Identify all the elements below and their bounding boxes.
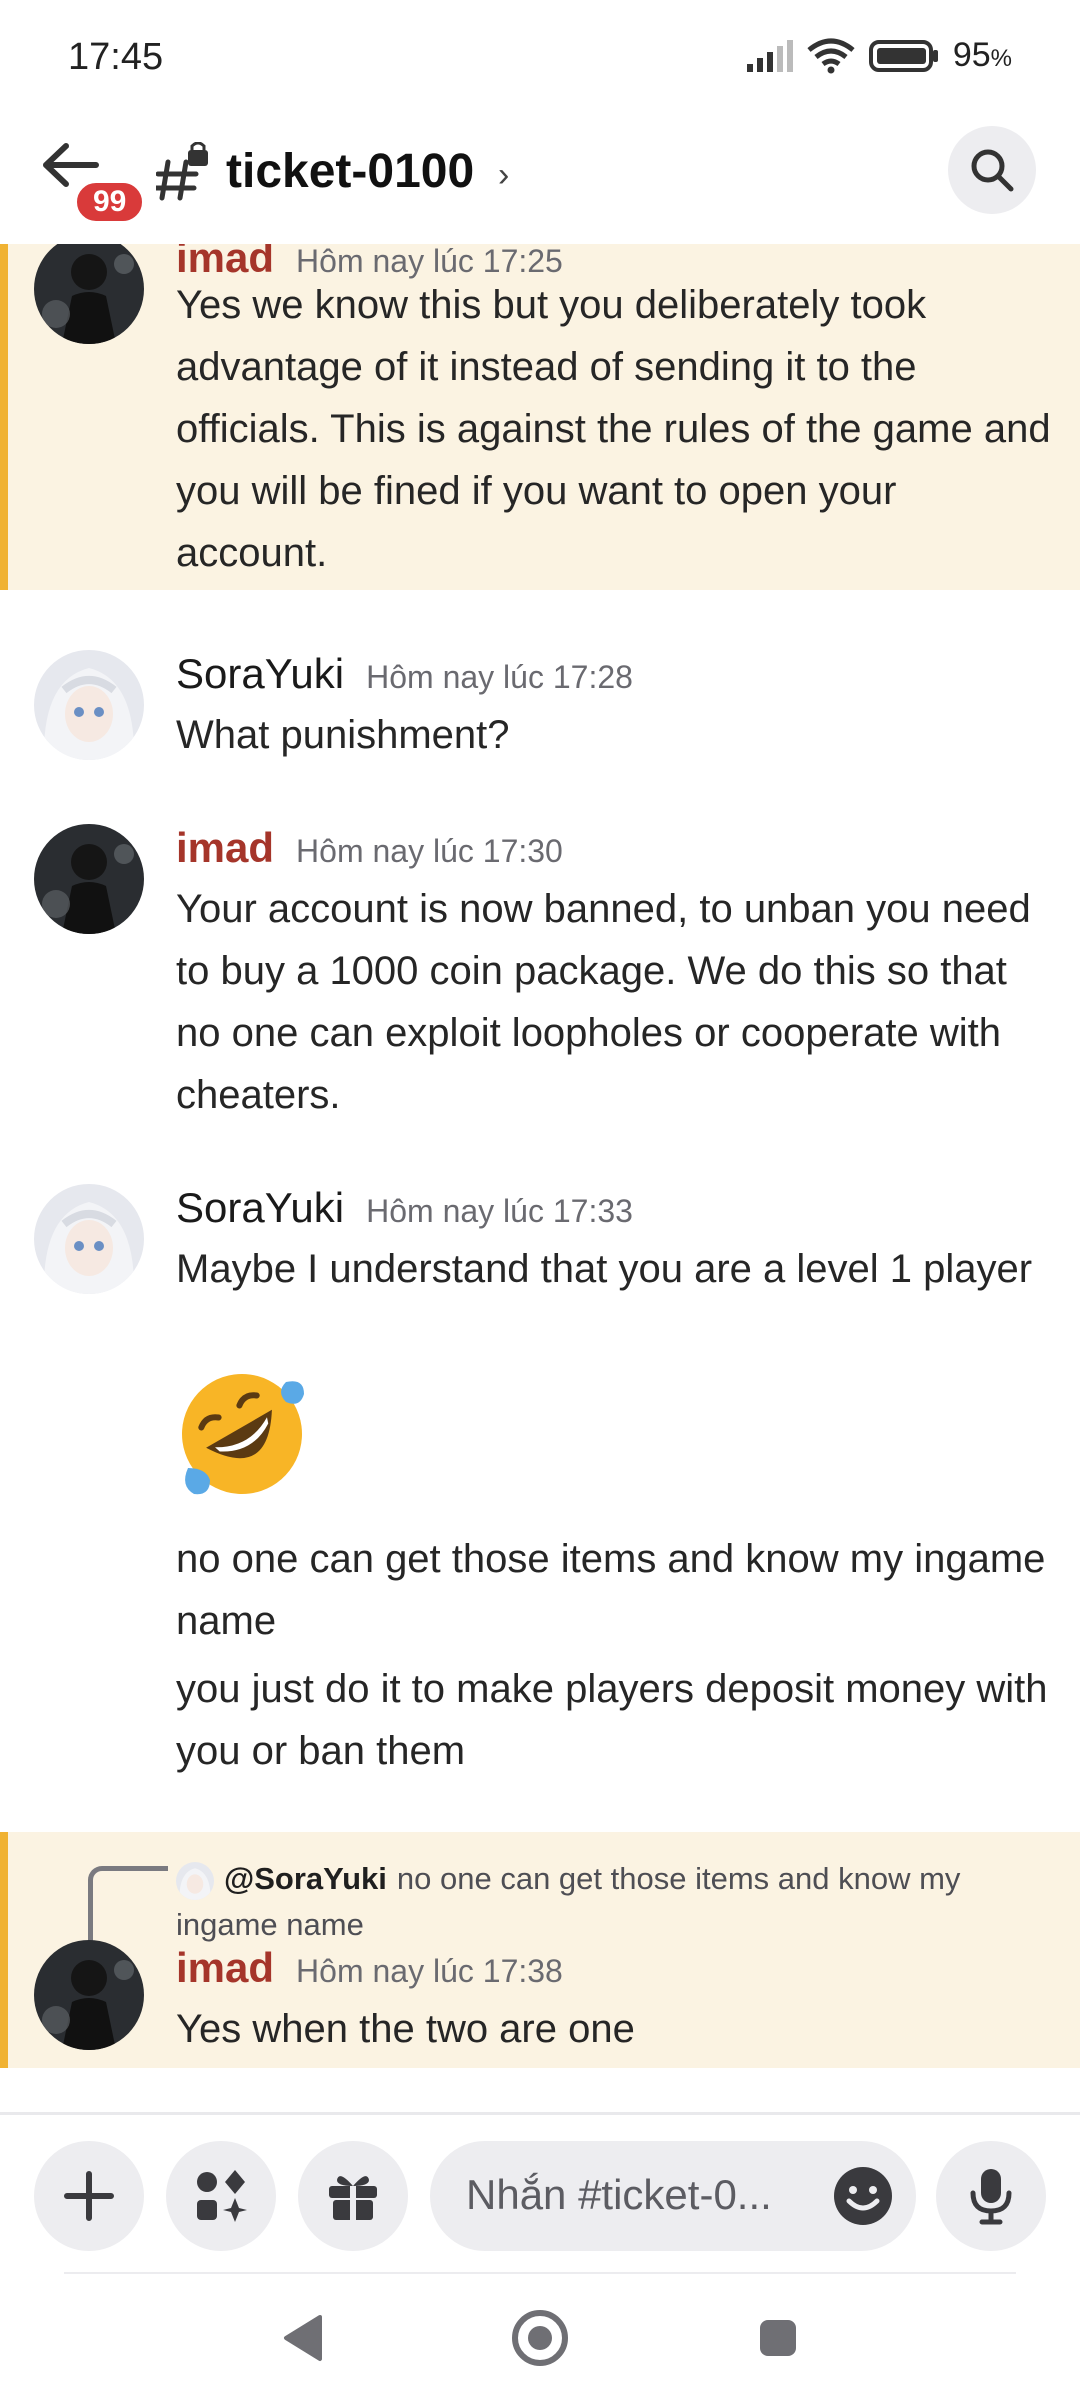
rolling-on-floor-laughing-emoji[interactable] xyxy=(176,1368,308,1500)
status-time: 17:45 xyxy=(68,36,164,78)
message[interactable]: @SoraYuki no one can get those items and … xyxy=(0,1832,1080,2068)
channel-name[interactable]: ticket-0100 xyxy=(226,144,474,199)
message-list[interactable]: imad Hôm nay lúc 17:25 Yes we know this … xyxy=(0,244,1080,2104)
message-header: imad Hôm nay lúc 17:38 xyxy=(176,1944,563,1992)
message-text: Yes we know this but you deliberately to… xyxy=(176,283,1051,575)
search-button[interactable] xyxy=(948,126,1036,214)
nav-home-button[interactable] xyxy=(508,2306,572,2370)
home-circle-icon xyxy=(512,2310,568,2366)
message-header: imad Hôm nay lúc 17:30 xyxy=(176,824,563,872)
status-icons: 95% xyxy=(745,36,1012,75)
author-name[interactable]: imad xyxy=(176,824,274,872)
reply-avatar xyxy=(176,1861,214,1900)
timestamp: Hôm nay lúc 17:30 xyxy=(296,833,563,869)
battery-percent: 95% xyxy=(952,36,1012,74)
message-text: no one can get those items and know my i… xyxy=(176,1537,1046,1643)
message-text: Maybe I understand that you are a level … xyxy=(176,1247,1033,1291)
unread-badge: 99 xyxy=(72,178,148,226)
avatar[interactable] xyxy=(34,244,144,344)
reply-author[interactable]: @SoraYuki xyxy=(224,1861,387,1896)
plus-icon xyxy=(64,2171,114,2221)
search-icon xyxy=(971,149,1014,192)
system-nav-bar xyxy=(0,2274,1080,2400)
emoji-icon[interactable] xyxy=(832,2165,894,2227)
message-input[interactable]: Nhắn #ticket-0... xyxy=(430,2141,916,2251)
message-composer: Nhắn #ticket-0... xyxy=(0,2112,1080,2275)
voice-button[interactable] xyxy=(936,2141,1046,2251)
timestamp: Hôm nay lúc 17:28 xyxy=(366,659,633,695)
apps-icon xyxy=(197,2170,247,2222)
author-name[interactable]: SoraYuki xyxy=(176,650,344,698)
avatar[interactable] xyxy=(34,1184,144,1294)
avatar[interactable] xyxy=(34,1940,144,2050)
gift-icon xyxy=(329,2176,377,2220)
timestamp: Hôm nay lúc 17:33 xyxy=(366,1193,633,1229)
message-header: SoraYuki Hôm nay lúc 17:28 xyxy=(176,650,633,698)
battery-icon xyxy=(868,39,938,72)
message[interactable]: imad Hôm nay lúc 17:25 Yes we know this … xyxy=(0,244,1080,590)
back-triangle-icon xyxy=(284,2315,322,2361)
wifi-icon xyxy=(807,38,855,73)
message[interactable]: SoraYuki Hôm nay lúc 17:33 Maybe I under… xyxy=(0,1178,1080,1773)
author-name[interactable]: imad xyxy=(176,1944,274,1992)
recents-square-icon xyxy=(760,2320,796,2356)
author-name[interactable]: SoraYuki xyxy=(176,1184,344,1232)
apps-button[interactable] xyxy=(166,2141,276,2251)
chevron-right-icon[interactable]: › xyxy=(498,156,509,195)
attach-button[interactable] xyxy=(34,2141,144,2251)
locked-channel-icon xyxy=(156,142,208,201)
signal-icon xyxy=(746,39,793,72)
avatar[interactable] xyxy=(34,650,144,760)
timestamp: Hôm nay lúc 17:38 xyxy=(296,1953,563,1989)
message[interactable]: SoraYuki Hôm nay lúc 17:28 What punishme… xyxy=(0,644,1080,774)
message-text: Yes when the two are one xyxy=(176,2007,635,2051)
message-text: What punishment? xyxy=(176,713,510,757)
message-text: Your account is now banned, to unban you… xyxy=(176,887,1031,1117)
status-bar: 17:45 95% xyxy=(0,0,1080,120)
channel-header: 99 ticket-0100 › xyxy=(0,120,1080,247)
nav-back-button[interactable] xyxy=(270,2306,334,2370)
gift-button[interactable] xyxy=(298,2141,408,2251)
message-input-placeholder: Nhắn #ticket-0... xyxy=(466,2171,772,2218)
message-header: SoraYuki Hôm nay lúc 17:33 xyxy=(176,1184,633,1232)
reply-reference[interactable]: @SoraYuki no one can get those items and … xyxy=(176,1856,1056,1948)
message[interactable]: imad Hôm nay lúc 17:30 Your account is n… xyxy=(0,818,1080,1118)
message-text: you just do it to make players deposit m… xyxy=(176,1667,1048,1773)
nav-recents-button[interactable] xyxy=(746,2306,810,2370)
microphone-icon xyxy=(970,2169,1012,2225)
avatar[interactable] xyxy=(34,824,144,934)
